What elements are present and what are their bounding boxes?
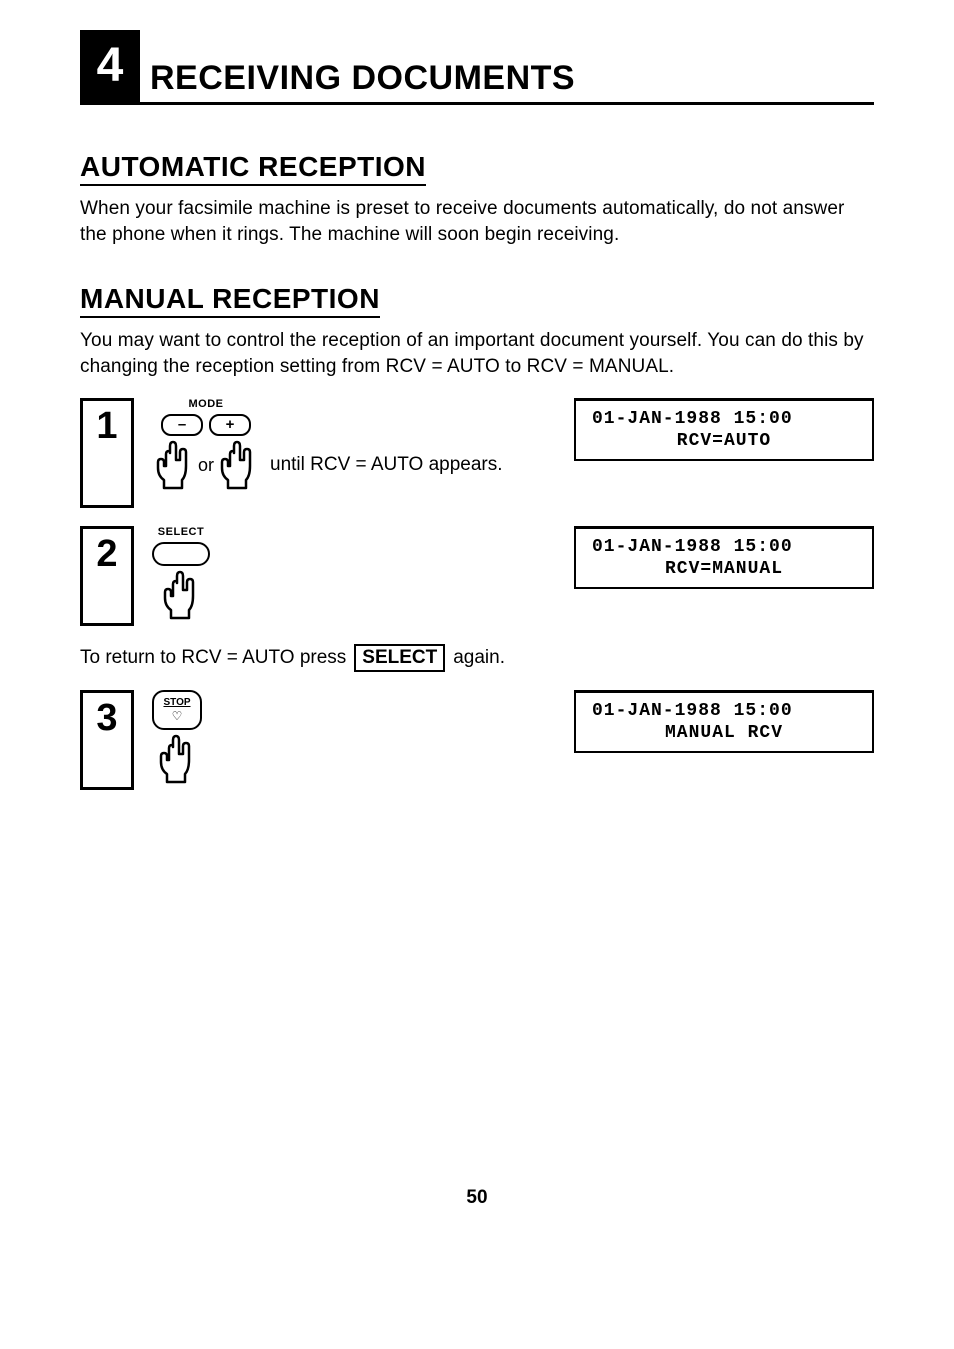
display-line1: 01-JAN-1988 15:00 [592,409,856,429]
lcd-display-3: 01-JAN-1988 15:00 MANUAL RCV [574,690,874,753]
display-line2: RCV=MANUAL [592,559,856,579]
press-hand-icon [152,440,196,490]
step-number-3: 3 [80,690,134,790]
section-body-manual: You may want to control the reception of… [80,328,874,379]
step-number-1: 1 [80,398,134,508]
display-line1: 01-JAN-1988 15:00 [592,701,856,721]
mode-minus-button: – [161,414,203,436]
select-button [152,542,210,566]
stop-heart-icon: ♡ [172,709,183,723]
display-line1: 01-JAN-1988 15:00 [592,537,856,557]
until-text: until RCV = AUTO appears. [270,454,503,490]
select-inline-button: SELECT [354,644,445,672]
section-manual: MANUAL RECEPTION You may want to control… [80,265,874,379]
chapter-header: 4 RECEIVING DOCUMENTS [80,30,874,105]
step-number-2: 2 [80,526,134,626]
section-title-manual: MANUAL RECEPTION [80,283,380,318]
chapter-number-box: 4 [80,30,140,102]
lcd-display-1: 01-JAN-1988 15:00 RCV=AUTO [574,398,874,461]
press-hand-icon [155,734,199,784]
note-prefix: To return to RCV = AUTO press [80,647,346,669]
note-suffix: again. [453,647,505,669]
select-label: SELECT [158,526,204,538]
or-text: or [196,455,216,490]
lcd-display-2: 01-JAN-1988 15:00 RCV=MANUAL [574,526,874,589]
return-note: To return to RCV = AUTO press SELECT aga… [80,644,874,672]
mode-plus-button: + [209,414,251,436]
display-line2: RCV=AUTO [592,431,856,451]
press-hand-icon [159,570,203,620]
page-number: 50 [0,1187,954,1209]
step-3: 3 STOP ♡ 01-JAN-1988 15:00 MANUAL RCV [80,690,874,790]
display-line2: MANUAL RCV [592,723,856,743]
step-1: 1 MODE – + or until RCV = AUTO appears. … [80,398,874,508]
section-automatic: AUTOMATIC RECEPTION When your facsimile … [80,133,874,247]
chapter-title: RECEIVING DOCUMENTS [150,59,575,102]
mode-label: MODE [189,398,224,410]
section-title-auto: AUTOMATIC RECEPTION [80,151,426,186]
manual-page: 4 RECEIVING DOCUMENTS AUTOMATIC RECEPTIO… [0,0,954,1349]
stop-button: STOP ♡ [152,690,202,730]
press-hand-icon [216,440,260,490]
section-body-auto: When your facsimile machine is preset to… [80,196,874,247]
stop-label: STOP [163,697,190,708]
step-2: 2 SELECT 01-JAN-1988 15:00 RCV=MANUAL [80,526,874,626]
